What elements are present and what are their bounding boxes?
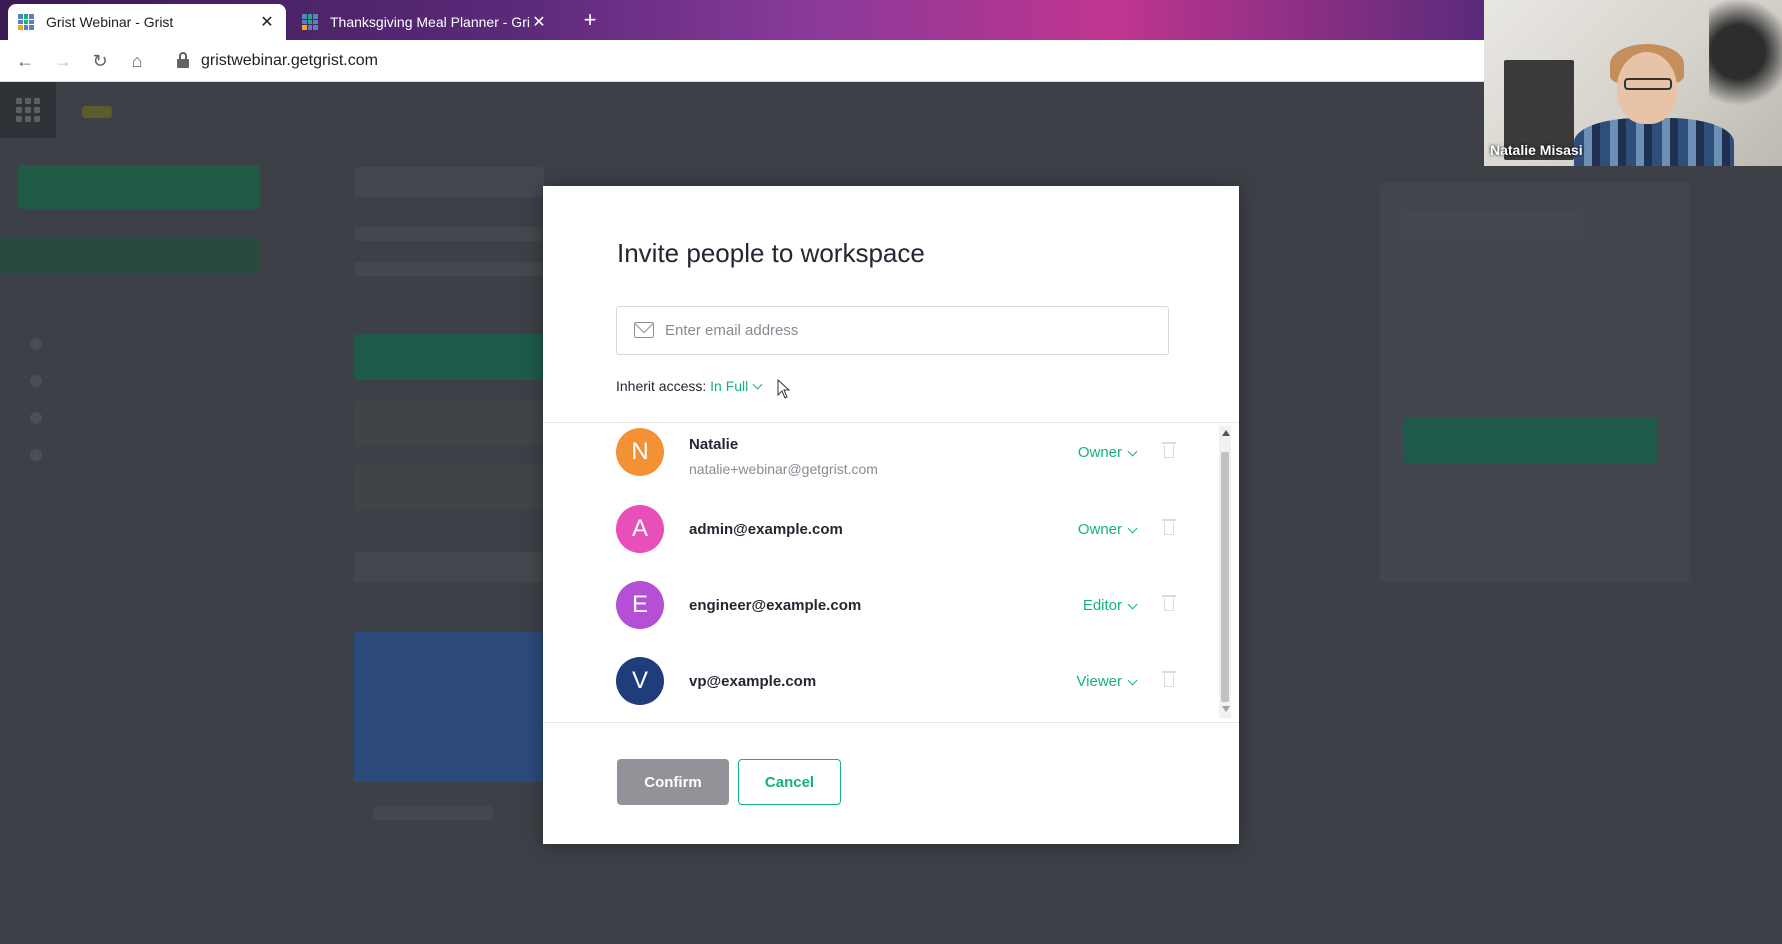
- trash-icon[interactable]: [1162, 519, 1176, 535]
- work-like-pro-card-dimmed: [1380, 182, 1690, 582]
- dimmed-card: [354, 464, 544, 510]
- inherit-access-label: Inherit access:: [616, 378, 711, 394]
- upgrade-button-dimmed: [1403, 417, 1658, 463]
- role-dropdown[interactable]: Editor: [1040, 597, 1140, 614]
- workspace-dot-icon: [30, 412, 42, 424]
- list-bottom-divider: [543, 722, 1239, 723]
- trash-icon[interactable]: [1162, 671, 1176, 687]
- scroll-down-arrow-icon[interactable]: [1222, 706, 1230, 712]
- member-row: E engineer@example.com Editor: [616, 581, 1176, 631]
- close-tab-icon[interactable]: ✕: [530, 12, 548, 32]
- dimmed-text-line: [354, 262, 544, 276]
- url-text[interactable]: gristwebinar.getgrist.com: [201, 52, 378, 70]
- workspace-dot-icon: [30, 338, 42, 350]
- member-row: A admin@example.com Owner: [616, 505, 1176, 555]
- new-tab-icon[interactable]: +: [578, 8, 602, 32]
- cancel-button[interactable]: Cancel: [738, 759, 841, 805]
- role-dropdown[interactable]: Owner: [1040, 444, 1140, 461]
- welcome-heading-dimmed: [354, 167, 544, 197]
- address-bar: ← → ↻ ⌂ gristwebinar.getgrist.com: [0, 40, 1484, 82]
- dimmed-text-line: [1402, 212, 1582, 238]
- browser-tab-thanksgiving[interactable]: Thanksgiving Meal Planner - Grist ✕: [292, 4, 558, 40]
- forward-arrow-icon[interactable]: →: [52, 50, 74, 72]
- member-email: natalie+webinar@getgrist.com: [689, 461, 878, 477]
- trash-icon[interactable]: [1162, 442, 1176, 458]
- dimmed-text-line: [373, 806, 493, 820]
- member-list: N Natalie natalie+webinar@getgrist.com O…: [543, 423, 1239, 721]
- participant-name: Natalie Misasi: [1490, 142, 1583, 158]
- examples-heading-dimmed: [354, 552, 544, 582]
- add-new-button-dimmed: [18, 165, 260, 209]
- chevron-down-icon: [752, 379, 763, 390]
- app-menu-button: [0, 82, 56, 138]
- invite-team-button-dimmed: [354, 334, 544, 380]
- browser-tab-grist-webinar[interactable]: Grist Webinar - Grist ✕: [8, 4, 286, 40]
- tab-title: Thanksgiving Meal Planner - Grist: [330, 14, 530, 30]
- email-input[interactable]: [665, 307, 1160, 354]
- member-email: vp@example.com: [689, 673, 817, 690]
- member-row: V vp@example.com Viewer: [616, 657, 1176, 707]
- role-dropdown[interactable]: Viewer: [1040, 673, 1140, 690]
- confirm-button[interactable]: Confirm: [617, 759, 729, 805]
- reload-icon[interactable]: ↻: [89, 50, 111, 72]
- tab-title: Grist Webinar - Grist: [46, 14, 174, 30]
- grid-icon: [16, 98, 40, 122]
- template-thumbnail-dimmed: [354, 632, 544, 782]
- scrollbar-thumb[interactable]: [1221, 452, 1229, 702]
- mouse-cursor-icon: [777, 379, 791, 399]
- browser-tab-bar: Grist Webinar - Grist ✕ Thanksgiving Mea…: [0, 0, 1484, 40]
- workspace-dot-icon: [30, 375, 42, 387]
- lock-icon: [176, 52, 190, 70]
- grist-favicon-icon: [18, 14, 34, 30]
- member-email: admin@example.com: [689, 521, 843, 538]
- workspace-dot-icon: [30, 449, 42, 461]
- all-documents-dimmed: [0, 237, 260, 273]
- email-field-container[interactable]: [616, 306, 1169, 355]
- home-icon[interactable]: ⌂: [126, 50, 148, 72]
- grist-favicon-icon: [302, 14, 318, 30]
- role-dropdown[interactable]: Owner: [1040, 521, 1140, 538]
- member-row: N Natalie natalie+webinar@getgrist.com O…: [616, 428, 1176, 478]
- trash-icon[interactable]: [1162, 595, 1176, 611]
- webcam-video: Natalie Misasi: [1484, 0, 1782, 166]
- inherit-access-row: Inherit access: In Full: [616, 378, 763, 394]
- envelope-icon: [634, 322, 654, 338]
- scroll-up-arrow-icon[interactable]: [1222, 430, 1230, 436]
- avatar: V: [616, 657, 664, 705]
- dimmed-text-line: [354, 227, 544, 241]
- member-name: Natalie: [689, 436, 739, 453]
- inherit-access-dropdown[interactable]: In Full: [710, 378, 763, 394]
- dimmed-card: [354, 400, 544, 446]
- invite-modal: Invite people to workspace Inherit acces…: [543, 186, 1239, 844]
- avatar: A: [616, 505, 664, 553]
- back-arrow-icon[interactable]: ←: [14, 50, 36, 72]
- modal-title: Invite people to workspace: [617, 238, 925, 268]
- avatar: N: [616, 428, 664, 476]
- member-email: engineer@example.com: [689, 597, 862, 614]
- close-tab-icon[interactable]: ✕: [258, 12, 276, 32]
- avatar: E: [616, 581, 664, 629]
- org-switcher: [74, 103, 112, 119]
- inherit-access-value: In Full: [710, 378, 749, 394]
